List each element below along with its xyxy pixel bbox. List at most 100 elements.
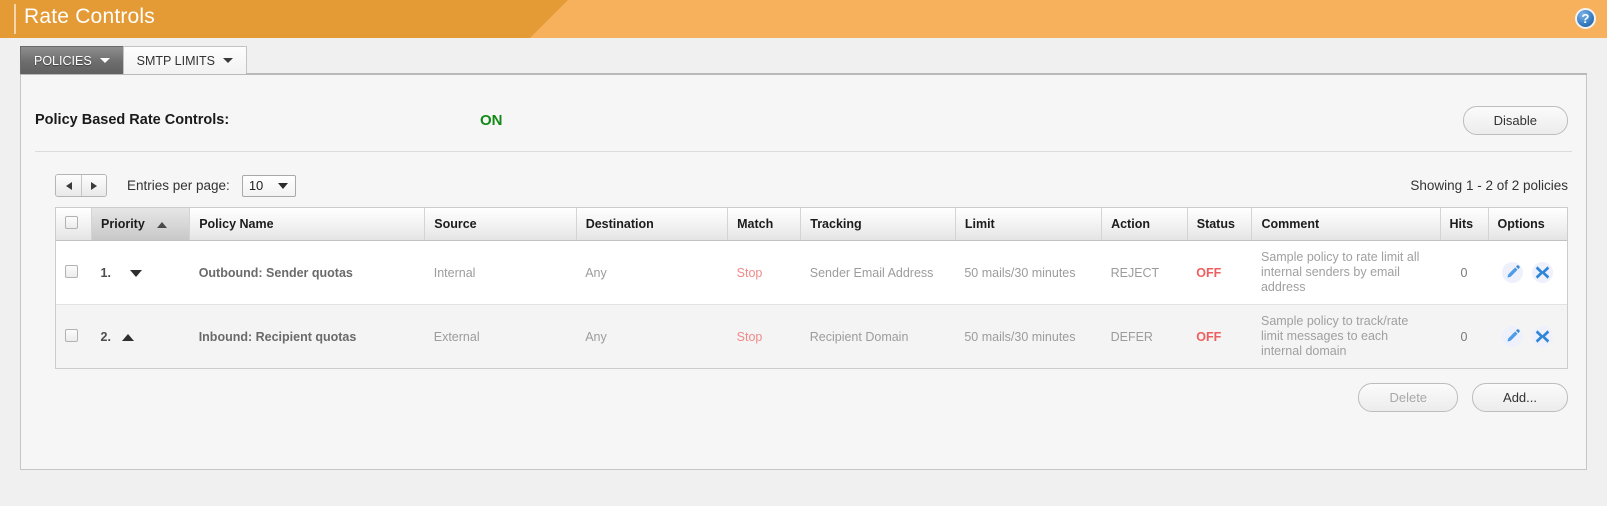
column-hits-label: Hits — [1449, 217, 1474, 231]
main-panel: Policy Based Rate Controls: ON Disable E… — [20, 75, 1587, 470]
next-page-button[interactable] — [81, 175, 106, 196]
column-comment-label: Comment — [1261, 217, 1320, 231]
column-match[interactable]: Match — [727, 208, 802, 241]
pencil-edit-icon[interactable] — [1501, 262, 1523, 283]
row-action: DEFER — [1110, 329, 1153, 344]
help-circle-icon[interactable]: ? — [1575, 8, 1596, 29]
tab-strip-filler — [245, 46, 1587, 74]
chevron-down-icon — [277, 182, 288, 189]
row-tracking: Sender Email Address — [800, 240, 956, 305]
x-delete-icon[interactable] — [1532, 262, 1554, 283]
table-toolbar: Entries per page: 10 Showing 1 - 2 of 2 … — [21, 152, 1586, 197]
chevron-down-icon — [99, 58, 110, 63]
pencil-edit-icon[interactable] — [1501, 326, 1523, 347]
column-options-label: Options — [1497, 217, 1545, 231]
row-checkbox[interactable] — [65, 264, 78, 278]
table-header-row: Priority Policy Name Source Destination … — [56, 208, 1567, 241]
row-priority-cell: 1. — [91, 240, 190, 305]
tab-strip: POLICIES SMTP LIMITS — [0, 38, 1607, 75]
banner-slant-decoration — [530, 0, 568, 38]
page-title: Rate Controls — [24, 5, 155, 28]
column-tracking-label: Tracking — [810, 217, 862, 231]
rate-controls-status-value: ON — [480, 111, 503, 129]
column-hits[interactable]: Hits — [1440, 208, 1489, 241]
tab-policies[interactable]: POLICIES — [20, 46, 124, 74]
column-comment[interactable]: Comment — [1251, 208, 1441, 241]
row-policy-name: Inbound: Recipient quotas — [198, 329, 357, 344]
page-banner: Rate Controls ? — [0, 0, 1607, 38]
row-source: Internal — [424, 240, 577, 305]
row-status-badge: OFF — [1187, 240, 1252, 305]
entries-per-page-value: 10 — [248, 178, 264, 193]
rate-controls-label: Policy Based Rate Controls: — [35, 112, 230, 128]
column-status[interactable]: Status — [1187, 208, 1253, 241]
table-row: 1. Outbound: Sender quotas Internal Any … — [56, 240, 1567, 305]
row-destination: Any — [585, 329, 607, 344]
row-match: Stop — [727, 240, 801, 305]
chevron-down-icon — [222, 58, 233, 63]
arrow-left-icon — [65, 181, 72, 190]
column-policy-name-label: Policy Name — [199, 217, 274, 231]
column-select-all[interactable] — [56, 208, 93, 241]
column-action[interactable]: Action — [1101, 208, 1188, 241]
column-limit-label: Limit — [964, 217, 995, 231]
arrow-right-icon — [91, 181, 97, 190]
column-status-label: Status — [1196, 217, 1235, 231]
previous-page-button[interactable] — [56, 175, 81, 196]
move-up-icon[interactable] — [122, 333, 135, 341]
row-priority-cell: 2. — [92, 305, 190, 369]
banner-accent-bar — [14, 4, 16, 34]
x-delete-icon[interactable] — [1532, 326, 1554, 347]
column-policy-name[interactable]: Policy Name — [189, 208, 426, 241]
delete-button[interactable]: Delete — [1358, 383, 1459, 412]
row-priority-value: 1. — [100, 265, 111, 280]
table-body: 1. Outbound: Sender quotas Internal Any … — [56, 240, 1567, 369]
row-select-cell[interactable] — [56, 305, 92, 369]
column-source-label: Source — [434, 217, 477, 231]
policies-table-container: Priority Policy Name Source Destination … — [55, 207, 1568, 369]
row-policy-name: Outbound: Sender quotas — [189, 240, 425, 305]
row-action: REJECT — [1101, 240, 1188, 305]
tab-smtp-limits[interactable]: SMTP LIMITS — [122, 46, 247, 74]
row-hits: 0 — [1460, 329, 1468, 344]
column-tracking[interactable]: Tracking — [800, 208, 956, 241]
row-checkbox[interactable] — [65, 328, 78, 342]
row-comment: Sample policy to rate limit all internal… — [1251, 240, 1440, 305]
row-source: External — [433, 329, 480, 344]
row-limit: 50 mails/30 minutes — [955, 240, 1102, 305]
column-destination[interactable]: Destination — [576, 208, 729, 241]
add-button[interactable]: Add... — [1472, 383, 1568, 412]
column-destination-label: Destination — [585, 217, 654, 231]
row-comment: Sample policy to track/rate limit messag… — [1260, 314, 1409, 358]
column-options[interactable]: Options — [1488, 208, 1567, 241]
row-hits: 0 — [1440, 240, 1489, 305]
sort-ascending-icon — [157, 221, 168, 228]
column-source[interactable]: Source — [424, 208, 577, 241]
row-limit: 50 mails/30 minutes — [964, 329, 1076, 344]
pagination-controls — [55, 174, 107, 197]
showing-count-label: Showing 1 - 2 of 2 policies — [1410, 178, 1568, 193]
table-footer-buttons: Delete Add... — [21, 369, 1586, 412]
row-status-badge: OFF — [1196, 329, 1222, 344]
column-priority[interactable]: Priority — [91, 208, 191, 241]
row-select-cell[interactable] — [56, 240, 92, 305]
tab-policies-label: POLICIES — [34, 53, 92, 68]
disable-button[interactable]: Disable — [1462, 105, 1568, 135]
column-priority-label: Priority — [101, 217, 145, 231]
policies-table: Priority Policy Name Source Destination … — [56, 208, 1567, 368]
row-match: Stop — [736, 329, 763, 344]
row-options — [1488, 305, 1567, 369]
row-destination: Any — [576, 240, 728, 305]
row-priority-value: 2. — [100, 329, 111, 344]
column-action-label: Action — [1111, 217, 1150, 231]
column-match-label: Match — [737, 217, 774, 231]
row-tracking: Recipient Domain — [809, 329, 909, 344]
entries-per-page-select[interactable]: 10 — [241, 174, 296, 197]
select-all-checkbox[interactable] — [65, 216, 78, 229]
column-limit[interactable]: Limit — [955, 208, 1103, 241]
entries-per-page-label: Entries per page: — [127, 178, 230, 193]
rate-controls-status-row: Policy Based Rate Controls: ON Disable — [21, 75, 1586, 137]
tab-smtp-limits-label: SMTP LIMITS — [136, 53, 215, 68]
move-down-icon[interactable] — [130, 269, 143, 277]
table-row: 2. Inbound: Recipient quotas External An… — [56, 304, 1567, 369]
